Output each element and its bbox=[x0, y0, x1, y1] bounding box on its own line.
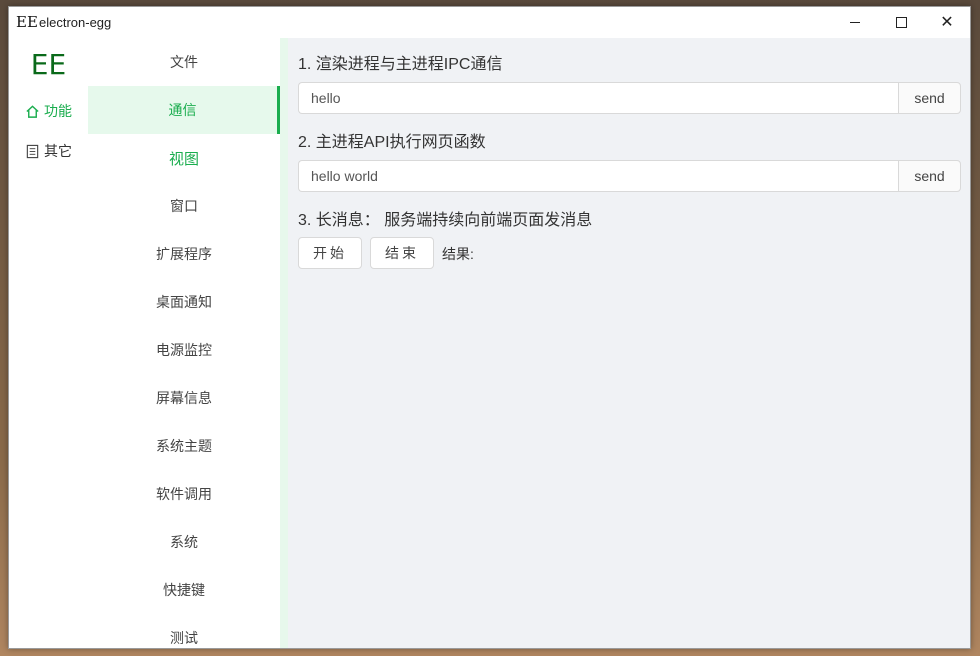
menu-item-screen-info[interactable]: 屏幕信息 bbox=[88, 374, 280, 422]
ipc-message-input[interactable] bbox=[298, 82, 898, 114]
ipc-input-group: send bbox=[298, 82, 961, 114]
menu-item-system[interactable]: 系统 bbox=[88, 518, 280, 566]
menu-item-software-invoke[interactable]: 软件调用 bbox=[88, 470, 280, 518]
rail-item-label: 其它 bbox=[44, 143, 72, 159]
menu-item-extensions[interactable]: 扩展程序 bbox=[88, 230, 280, 278]
secondary-menu: 文件 通信 视图 窗口 扩展程序 桌面通知 电源监控 屏幕信息 系统主题 软件调… bbox=[88, 38, 280, 648]
app-icon: EE bbox=[16, 13, 38, 31]
submenu-scroll-track bbox=[280, 38, 288, 648]
section-api-title: 2. 主进程API执行网页函数 bbox=[298, 134, 486, 151]
close-button[interactable]: ✕ bbox=[924, 7, 970, 38]
stop-button[interactable]: 结束 bbox=[370, 237, 434, 269]
app-logo: EE bbox=[30, 48, 67, 81]
result-label: 结果: bbox=[442, 246, 474, 262]
ipc-send-button[interactable]: send bbox=[898, 82, 961, 114]
document-icon bbox=[26, 144, 39, 158]
rail-item-label: 功能 bbox=[44, 103, 72, 119]
api-send-button[interactable]: send bbox=[898, 160, 961, 192]
main-content: 1. 渲染进程与主进程IPC通信 send 2. 主进程API执行网页函数 se… bbox=[288, 38, 970, 648]
section-ipc-title: 1. 渲染进程与主进程IPC通信 bbox=[298, 56, 503, 73]
menu-item-communication[interactable]: 通信 bbox=[88, 86, 280, 134]
window-title: electron-egg bbox=[39, 15, 112, 30]
rail-item-other[interactable]: 其它 bbox=[9, 135, 88, 167]
menu-item-test[interactable]: 测试 bbox=[88, 614, 280, 648]
menu-item-system-theme[interactable]: 系统主题 bbox=[88, 422, 280, 470]
api-message-input[interactable] bbox=[298, 160, 898, 192]
minimize-icon bbox=[850, 22, 860, 23]
menu-item-view[interactable]: 视图 bbox=[88, 134, 280, 182]
section-long-message-title: 3. 长消息： 服务端持续向前端页面发消息 bbox=[298, 212, 593, 229]
minimize-button[interactable] bbox=[832, 7, 878, 38]
menu-item-window[interactable]: 窗口 bbox=[88, 182, 280, 230]
rail-item-features[interactable]: 功能 bbox=[9, 95, 88, 127]
app-window: EE electron-egg ✕ EE 功能 其它 文件 通信 视图 窗口 扩… bbox=[8, 6, 971, 649]
api-input-group: send bbox=[298, 160, 961, 192]
maximize-icon bbox=[895, 17, 907, 28]
home-icon bbox=[26, 104, 39, 118]
start-button[interactable]: 开始 bbox=[298, 237, 362, 269]
menu-item-file[interactable]: 文件 bbox=[88, 38, 280, 86]
primary-sidebar: EE 功能 其它 bbox=[9, 38, 89, 648]
maximize-button[interactable] bbox=[878, 7, 924, 38]
app-body: EE 功能 其它 文件 通信 视图 窗口 扩展程序 桌面通知 电源监控 屏幕信息… bbox=[9, 38, 970, 648]
menu-item-shortcuts[interactable]: 快捷键 bbox=[88, 566, 280, 614]
close-icon: ✕ bbox=[940, 13, 954, 31]
menu-item-desktop-notification[interactable]: 桌面通知 bbox=[88, 278, 280, 326]
menu-item-power-monitor[interactable]: 电源监控 bbox=[88, 326, 280, 374]
title-bar: EE electron-egg ✕ bbox=[9, 7, 970, 38]
